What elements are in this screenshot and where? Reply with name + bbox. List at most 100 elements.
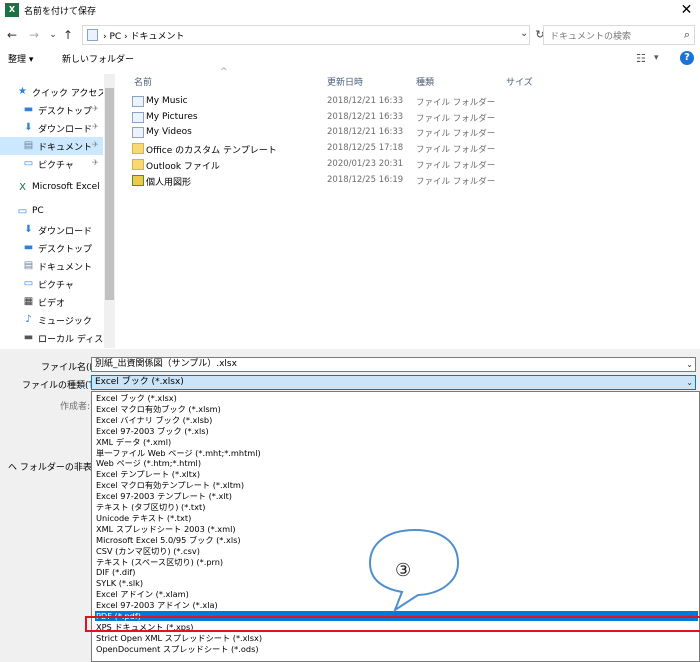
nav-item-label: ドキュメント xyxy=(38,263,93,273)
organize-button[interactable]: 整理 ▾ xyxy=(8,52,33,65)
close-button[interactable]: ✕ xyxy=(673,0,700,21)
nav-item-icon: ▭ xyxy=(17,206,28,217)
file-type: ファイル フォルダー xyxy=(416,160,496,171)
file-row[interactable]: 個人用図形 2018/12/25 16:19 ファイル フォルダー xyxy=(128,173,688,189)
nav-item[interactable]: ▦ ビデオ xyxy=(0,293,103,311)
folder-icon xyxy=(132,158,144,170)
filename-chevron-down-icon[interactable]: ⌄ xyxy=(686,358,693,371)
search-input[interactable]: ドキュメントの検索 ⌕ xyxy=(543,25,695,45)
nav-item-label: デスクトップ xyxy=(38,107,93,117)
filename-value[interactable]: 別紙_出資関係図（サンプル）.xlsx xyxy=(95,359,237,369)
file-row[interactable]: My Videos 2018/12/21 16:33 ファイル フォルダー xyxy=(128,125,688,141)
nav-item-label: ミュージック xyxy=(38,317,92,327)
nav-item-label: ピクチャ xyxy=(38,281,74,291)
filename-field[interactable]: 別紙_出資関係図（サンプル）.xlsx ⌄ xyxy=(91,357,696,372)
filetype-option[interactable]: Excel 97-2003 ブック (*.xls) xyxy=(95,426,698,436)
view-options-icon[interactable]: ☷ xyxy=(636,52,646,65)
filetype-option[interactable]: 単一ファイル Web ページ (*.mht;*.mhtml) xyxy=(95,448,698,458)
view-options-chevron-down-icon[interactable]: ▾ xyxy=(654,53,659,63)
nav-item[interactable]: ▤ ドキュメント ✈ xyxy=(0,137,103,155)
file-type: ファイル フォルダー xyxy=(416,98,496,108)
filetype-select[interactable]: Excel ブック (*.xlsx) ⌄ xyxy=(91,375,696,390)
filetype-option[interactable]: Unicode テキスト (*.txt) xyxy=(95,513,698,523)
up-button[interactable]: ↑ xyxy=(60,27,76,43)
filetype-label: ファイルの種類(T): xyxy=(22,381,101,391)
nav-item-label: デスクトップ xyxy=(38,245,93,255)
forward-button[interactable]: → xyxy=(26,27,42,43)
nav-scrollbar-thumb[interactable] xyxy=(105,88,114,300)
file-name: My Videos xyxy=(146,127,192,138)
nav-item[interactable]: ▭ PC xyxy=(0,203,103,221)
library-folder-icon xyxy=(132,111,144,123)
hide-folders-button[interactable]: ヘ フォルダーの非表示 xyxy=(8,460,101,473)
column-header-size[interactable]: サイズ xyxy=(506,75,533,88)
address-chevron-down-icon[interactable]: ⌄ xyxy=(520,28,528,39)
back-button[interactable]: ← xyxy=(4,27,20,43)
file-name: Outlook ファイル xyxy=(146,161,220,172)
filetype-chevron-down-icon[interactable]: ⌄ xyxy=(686,376,693,389)
nav-item-icon: ▬ xyxy=(23,332,34,343)
filetype-option[interactable]: Excel テンプレート (*.xltx) xyxy=(95,469,698,479)
help-icon[interactable]: ? xyxy=(680,51,694,65)
nav-item[interactable]: ⬇ ダウンロード xyxy=(0,221,103,239)
filetype-option[interactable]: XML データ (*.xml) xyxy=(95,437,698,447)
recent-locations-chevron-down-icon[interactable]: ⌄ xyxy=(45,27,61,43)
filetype-option[interactable]: OpenDocument スプレッドシート (*.ods) xyxy=(95,644,698,654)
filetype-option[interactable]: Excel 97-2003 テンプレート (*.xlt) xyxy=(95,491,698,501)
nav-item[interactable]: ▭ ピクチャ ✈ xyxy=(0,155,103,173)
nav-item[interactable]: ★ クイック アクセス xyxy=(0,83,103,101)
filetype-option[interactable]: Excel ブック (*.xlsx) xyxy=(95,393,698,403)
shapes-folder-icon xyxy=(132,174,144,186)
search-icon[interactable]: ⌕ xyxy=(684,28,690,42)
nav-item[interactable]: ▬ ローカル ディスク (C xyxy=(0,329,103,347)
nav-item[interactable]: X Microsoft Excel xyxy=(0,179,103,197)
pin-icon: ✈ xyxy=(92,122,99,131)
file-row[interactable]: Outlook ファイル 2020/01/23 20:31 ファイル フォルダー xyxy=(128,157,688,173)
nav-item-icon: ▤ xyxy=(23,140,34,151)
file-row[interactable]: Office のカスタム テンプレート 2018/12/25 17:18 ファイル … xyxy=(128,141,688,157)
file-date: 2018/12/21 16:33 xyxy=(327,127,404,138)
nav-item[interactable]: ▬ デスクトップ ✈ xyxy=(0,101,103,119)
nav-item-label: ローカル ディスク (C xyxy=(38,335,103,345)
filetype-value[interactable]: Excel ブック (*.xlsx) xyxy=(95,377,184,387)
nav-item-label: ダウンロード xyxy=(38,227,93,237)
search-placeholder: ドキュメントの検索 xyxy=(550,32,632,42)
file-name: 個人用図形 xyxy=(146,177,192,188)
callout-bubble xyxy=(368,528,460,613)
nav-item-icon: ♪ xyxy=(25,314,32,325)
file-name: My Pictures xyxy=(146,111,198,122)
file-date: 2020/01/23 20:31 xyxy=(327,158,404,169)
nav-item-icon: ▭ xyxy=(23,158,34,169)
column-header-name[interactable]: 名前 xyxy=(134,75,152,88)
filetype-option[interactable]: Excel マクロ有効ブック (*.xlsm) xyxy=(95,404,698,414)
nav-item-label: ドキュメント xyxy=(38,143,93,153)
new-folder-button[interactable]: 新しいフォルダー xyxy=(62,52,134,65)
filetype-option[interactable]: テキスト (タブ区切り) (*.txt) xyxy=(95,502,698,512)
nav-item[interactable]: ▬ デスクトップ xyxy=(0,239,103,257)
column-header-modified[interactable]: 更新日時 xyxy=(327,75,363,88)
window-title: 名前を付けて保存 xyxy=(24,7,97,17)
pin-icon: ✈ xyxy=(92,140,99,149)
author-label: 作成者: xyxy=(60,402,91,412)
file-type: ファイル フォルダー xyxy=(416,129,496,140)
address-path[interactable]: › PC › ドキュメント xyxy=(103,29,185,42)
nav-item[interactable]: ♪ ミュージック xyxy=(0,311,103,329)
filetype-option[interactable]: Web ページ (*.htm;*.html) xyxy=(95,458,698,468)
nav-item[interactable]: ▭ ピクチャ xyxy=(0,275,103,293)
file-row[interactable]: My Pictures 2018/12/21 16:33 ファイル フォルダー xyxy=(128,110,688,126)
file-row[interactable]: My Music 2018/12/21 16:33 ファイル フォルダー xyxy=(128,94,688,110)
nav-item-icon: X xyxy=(19,182,26,193)
address-bar[interactable]: › PC › ドキュメント xyxy=(82,25,530,45)
nav-item[interactable]: ▤ ドキュメント xyxy=(0,257,103,275)
filetype-option[interactable]: Excel バイナリ ブック (*.xlsb) xyxy=(95,415,698,425)
filetype-option[interactable]: Excel マクロ有効テンプレート (*.xltm) xyxy=(95,480,698,490)
nav-item[interactable]: ⬇ ダウンロード ✈ xyxy=(0,119,103,137)
nav-item-icon: ⬇ xyxy=(24,122,33,133)
nav-item-label: PC xyxy=(32,206,44,216)
column-header-type[interactable]: 種類 xyxy=(416,75,434,88)
nav-item-icon: ⬇ xyxy=(24,224,33,235)
filetype-option[interactable]: Strict Open XML スプレッドシート (*.xlsx) xyxy=(95,633,698,643)
navigation-pane[interactable]: ★ クイック アクセス ▬ デスクトップ ✈ ⬇ ダウンロード ✈ ▤ ドキュメント ✈ ▭ ピクチャ ✈… xyxy=(0,74,115,348)
sort-ascending-icon: ^ xyxy=(220,67,228,77)
command-bar: 整理 ▾ 新しいフォルダー xyxy=(0,48,700,70)
